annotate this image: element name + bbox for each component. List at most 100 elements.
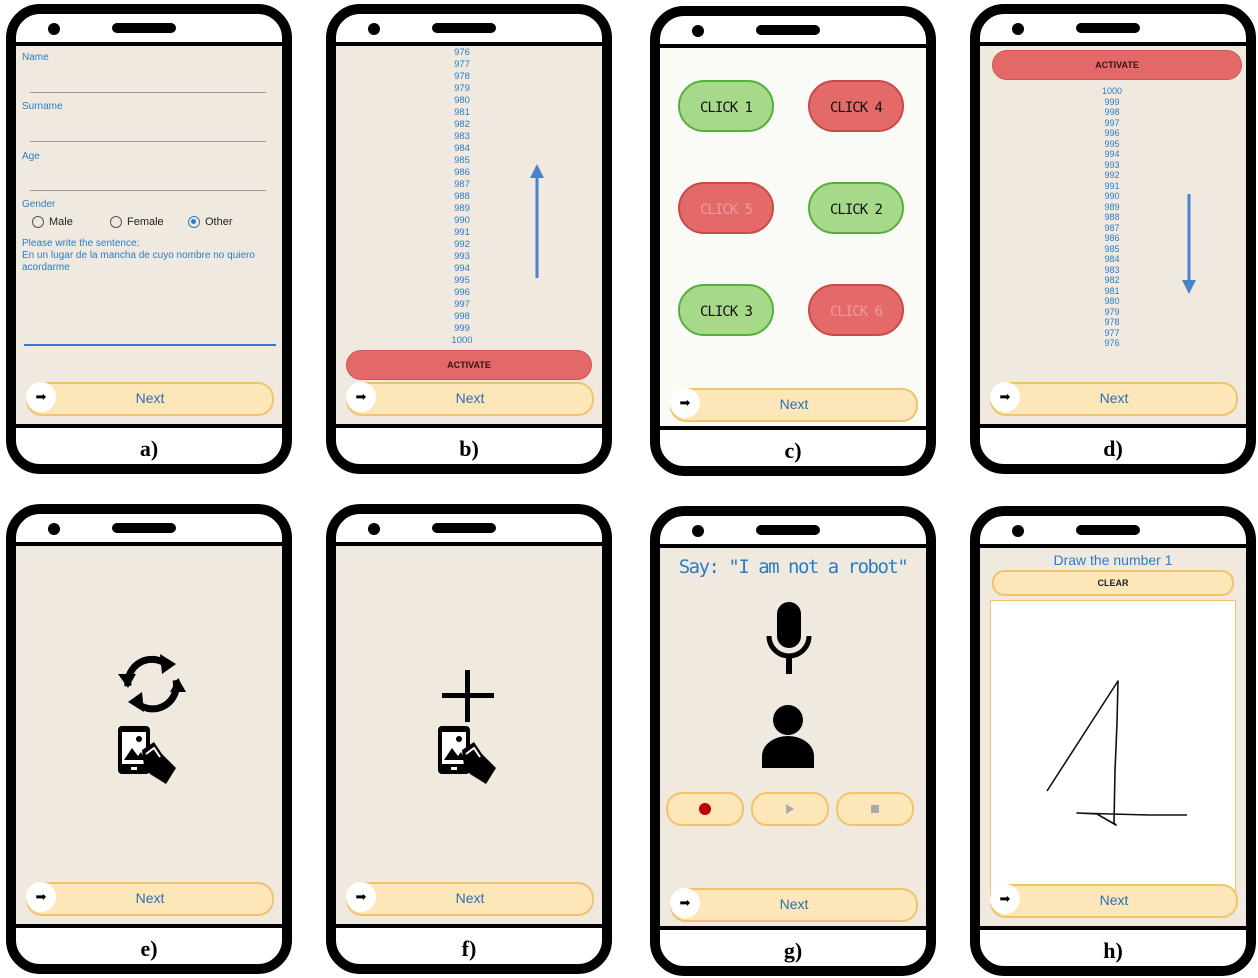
number-item: 987 bbox=[454, 179, 470, 190]
phone-e: ➡ Next e) bbox=[6, 504, 292, 974]
number-item: 993 bbox=[454, 251, 470, 262]
speaker-slot bbox=[756, 525, 820, 535]
number-item: 991 bbox=[1104, 180, 1120, 191]
sentence-prompt: Please write the sentence: bbox=[22, 238, 140, 249]
radio-other[interactable]: Other bbox=[188, 216, 233, 228]
camera-dot bbox=[48, 23, 60, 35]
camera-dot bbox=[368, 523, 380, 535]
number-item: 996 bbox=[1104, 128, 1120, 138]
number-item: 989 bbox=[1104, 201, 1120, 212]
voice-prompt: Say: "I am not a robot" bbox=[678, 556, 909, 578]
radio-female[interactable]: Female bbox=[110, 216, 164, 228]
number-item: 990 bbox=[1104, 191, 1120, 201]
next-label: Next bbox=[779, 896, 809, 912]
phone-h: Draw the number 1 CLEAR ➡ Next h) bbox=[970, 506, 1256, 976]
sentence-text: En un lugar de la mancha de cuyo nombre … bbox=[22, 250, 255, 273]
number-item: 978 bbox=[454, 71, 470, 82]
number-list[interactable]: 976 977 978 979 980 981 982 983 984 985 986 987 988 9… bbox=[342, 47, 582, 347]
next-button[interactable]: ➡ Next bbox=[346, 882, 594, 916]
radio-male-label: Male bbox=[49, 216, 73, 228]
radio-male[interactable]: Male bbox=[32, 216, 73, 228]
number-item: 985 bbox=[1104, 243, 1120, 254]
panel-label: g) bbox=[783, 938, 803, 963]
speaker-slot bbox=[1076, 525, 1140, 535]
name-field[interactable] bbox=[30, 92, 266, 93]
play-button[interactable] bbox=[751, 792, 829, 826]
phone-gallery-hand-icon bbox=[118, 726, 176, 784]
camera-dot bbox=[1012, 23, 1024, 35]
click-3-button[interactable]: CLICK 3 bbox=[678, 284, 774, 336]
camera-dot bbox=[692, 25, 704, 37]
surname-field[interactable] bbox=[30, 141, 266, 142]
panel-label: a) bbox=[139, 436, 159, 461]
plus-icon bbox=[442, 670, 494, 722]
next-label: Next bbox=[135, 890, 165, 906]
speaker-slot bbox=[1076, 23, 1140, 33]
click-6-button[interactable]: CLICK 6 bbox=[808, 284, 904, 336]
click-5-button[interactable]: CLICK 5 bbox=[678, 182, 774, 234]
number-item: 995 bbox=[454, 275, 470, 286]
click-2-button[interactable]: CLICK 2 bbox=[808, 182, 904, 234]
number-item: 1000 bbox=[1101, 86, 1123, 96]
radio-circle bbox=[32, 216, 44, 228]
age-label: Age bbox=[22, 151, 40, 162]
number-item: 995 bbox=[1104, 138, 1120, 149]
record-icon bbox=[699, 803, 711, 815]
play-icon bbox=[786, 804, 794, 814]
next-button[interactable]: ➡ Next bbox=[670, 888, 918, 922]
form-screen: Name Surname Age Gender Male Female Othe… bbox=[16, 42, 282, 428]
rotate-screen: ➡ Next bbox=[16, 542, 282, 928]
number-item: 991 bbox=[454, 227, 470, 238]
number-item: 977 bbox=[1104, 327, 1120, 338]
next-button[interactable]: ➡ Next bbox=[990, 382, 1238, 416]
number-item: 999 bbox=[454, 323, 470, 334]
number-item: 986 bbox=[454, 167, 470, 178]
person-icon bbox=[762, 705, 814, 768]
number-item: 999 bbox=[1104, 96, 1120, 107]
number-item: 976 bbox=[454, 47, 470, 58]
clear-button[interactable]: CLEAR bbox=[992, 570, 1234, 596]
next-label: Next bbox=[455, 390, 485, 406]
number-item: 994 bbox=[1104, 149, 1120, 159]
stop-button[interactable] bbox=[836, 792, 914, 826]
number-item: 992 bbox=[1104, 170, 1120, 180]
down-arrow-icon bbox=[1182, 194, 1196, 294]
name-label: Name bbox=[22, 52, 49, 63]
next-button[interactable]: ➡ Next bbox=[26, 882, 274, 916]
record-button[interactable] bbox=[666, 792, 744, 826]
number-item: 981 bbox=[454, 107, 470, 118]
next-button[interactable]: ➡ Next bbox=[26, 382, 274, 416]
drawn-stroke bbox=[1046, 680, 1187, 826]
number-item: 983 bbox=[1104, 264, 1120, 275]
number-item: 988 bbox=[1104, 212, 1120, 222]
panel-label: f) bbox=[461, 936, 477, 961]
scroll-up-screen: 976 977 978 979 980 981 982 983 984 985 986 987 988 9… bbox=[336, 42, 602, 428]
drawing-canvas[interactable] bbox=[990, 600, 1236, 898]
next-label: Next bbox=[135, 390, 165, 406]
number-item: 997 bbox=[1104, 117, 1120, 128]
next-label: Next bbox=[455, 890, 485, 906]
camera-dot bbox=[368, 23, 380, 35]
next-button[interactable]: ➡ Next bbox=[346, 382, 594, 416]
click-4-button[interactable]: CLICK 4 bbox=[808, 80, 904, 132]
activate-button[interactable]: ACTIVATE bbox=[346, 350, 592, 380]
number-item: 987 bbox=[1104, 222, 1120, 233]
number-item: 984 bbox=[454, 143, 470, 154]
click-1-button[interactable]: CLICK 1 bbox=[678, 80, 774, 132]
next-button[interactable]: ➡ Next bbox=[990, 884, 1238, 918]
activate-button[interactable]: ACTIVATE bbox=[992, 50, 1242, 80]
phone-g: Say: "I am not a robot" ➡ Next g) bbox=[650, 506, 936, 976]
panel-label: c) bbox=[784, 438, 802, 463]
number-list[interactable]: 1000 999 998 997 996 995 994 993 992 991 990 989 988… bbox=[992, 86, 1232, 349]
next-button[interactable]: ➡ Next bbox=[670, 388, 918, 422]
number-item: 980 bbox=[1104, 296, 1120, 306]
sentence-input[interactable] bbox=[24, 344, 276, 346]
number-item: 986 bbox=[1104, 233, 1120, 243]
number-item: 984 bbox=[1104, 254, 1120, 264]
voice-screen: Say: "I am not a robot" ➡ Next bbox=[660, 544, 926, 930]
age-field[interactable] bbox=[30, 190, 266, 191]
number-item: 989 bbox=[454, 203, 470, 214]
scroll-down-screen: ACTIVATE 1000 999 998 997 996 995 994 993 992 991… bbox=[980, 42, 1246, 428]
up-arrow-icon bbox=[530, 164, 544, 278]
speaker-slot bbox=[112, 523, 176, 533]
